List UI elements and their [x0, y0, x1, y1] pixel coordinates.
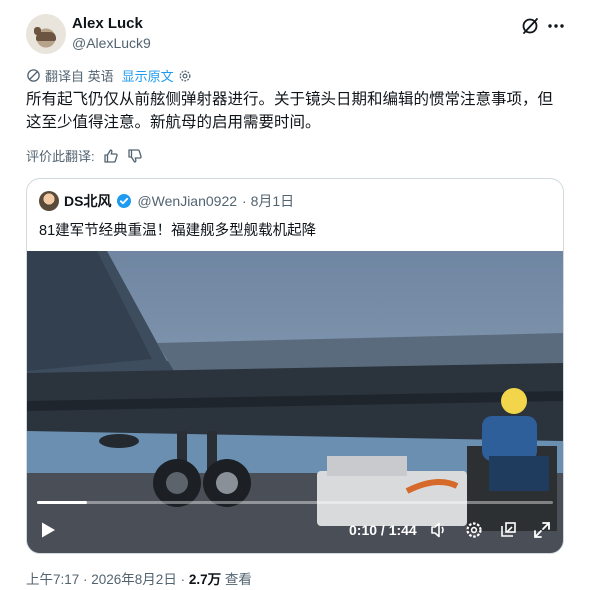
views-label: 查看	[221, 572, 252, 587]
post-timestamp[interactable]: 上午7:17 · 2026年8月2日 ·	[26, 572, 189, 587]
volume-muted-icon[interactable]	[429, 520, 449, 540]
post-text: 所有起飞仍仅从前舷侧弹射器进行。关于镜头日期和编辑的惯常注意事项，但这至少值得注…	[26, 91, 554, 131]
thumbs-down-icon[interactable]	[127, 148, 143, 164]
quoted-post[interactable]: DS北风 @WenJian0922 · 8月1日 81建军节经典重温！福建舰多型…	[26, 178, 564, 554]
rate-label: 评价此翻译:	[26, 149, 95, 164]
author-handle[interactable]: @AlexLuck9	[72, 35, 151, 51]
rate-translation: 评价此翻译:	[26, 146, 143, 165]
translation-notice: 翻译自 英语 显示原文	[26, 66, 192, 85]
video-progress-fill	[37, 501, 87, 504]
translate-icon	[27, 69, 40, 82]
quoted-post-text: 81建军节经典重温！福建舰多型舰载机起降	[39, 223, 317, 239]
grok-icon[interactable]	[520, 16, 540, 36]
post-header: Alex Luck @AlexLuck9	[26, 12, 572, 54]
fullscreen-icon[interactable]	[532, 520, 552, 540]
quoted-post-header: DS北风 @WenJian0922 · 8月1日	[39, 191, 294, 211]
quoted-author-name[interactable]: DS北风	[64, 191, 111, 211]
quoted-post-date[interactable]: · 8月1日	[242, 191, 294, 211]
video-progress-bar[interactable]	[37, 501, 553, 504]
video-frame	[27, 251, 563, 553]
more-horizontal-icon[interactable]	[546, 16, 566, 36]
view-count: 2.7万	[188, 572, 222, 587]
settings-icon[interactable]	[464, 520, 484, 540]
author-name[interactable]: Alex Luck	[72, 15, 143, 32]
quoted-author-handle[interactable]: @WenJian0922	[137, 193, 237, 209]
post-footer: 上午7:17 · 2026年8月2日 · 2.7万 查看	[26, 568, 252, 588]
gear-icon[interactable]	[178, 69, 192, 83]
video-time: 0:10 / 1:44	[349, 522, 417, 538]
show-original-link[interactable]: 显示原文	[122, 66, 174, 85]
thumbs-up-icon[interactable]	[103, 148, 119, 164]
quoted-author-avatar[interactable]	[39, 191, 59, 211]
author-avatar[interactable]	[26, 14, 66, 54]
picture-in-picture-icon[interactable]	[498, 520, 518, 540]
play-icon[interactable]	[39, 521, 57, 539]
verified-badge-icon	[117, 194, 132, 208]
video-player[interactable]: 0:10 / 1:44	[27, 251, 563, 553]
translation-label: 翻译自 英语	[45, 69, 114, 84]
video-controls: 0:10 / 1:44	[27, 513, 563, 547]
